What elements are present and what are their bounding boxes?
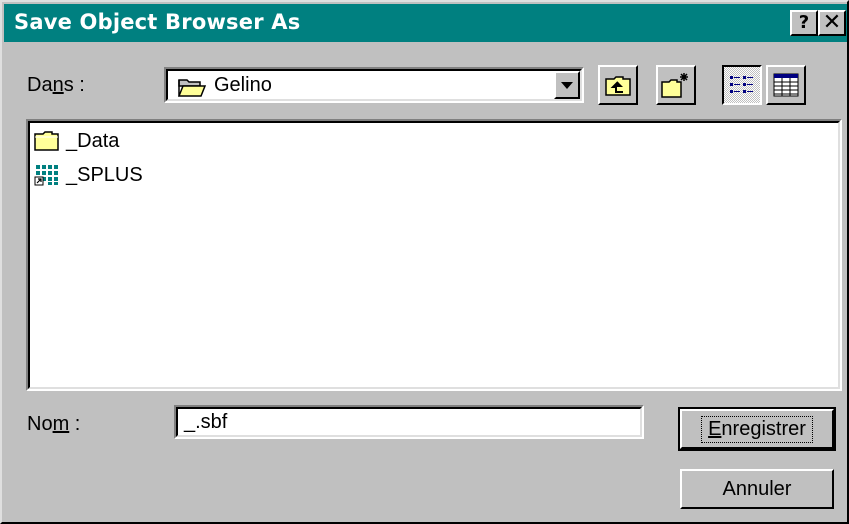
look-in-label: Dans : <box>27 74 85 96</box>
filename-value: _.sbf <box>184 411 228 433</box>
chevron-down-icon <box>561 81 573 89</box>
help-icon: ? <box>798 12 810 33</box>
selected-folder: Gelino <box>214 74 272 96</box>
filename-label: Nom : <box>27 413 81 435</box>
new-folder-button[interactable] <box>656 65 696 105</box>
file-name: _Data <box>66 129 120 152</box>
save-button[interactable]: Enregistrer <box>678 407 836 451</box>
list-item[interactable]: _Data <box>34 127 119 155</box>
dialog-title: Save Object Browser As <box>14 10 301 34</box>
up-one-level-button[interactable] <box>598 65 638 105</box>
cancel-button[interactable]: Annuler <box>680 469 834 509</box>
details-view-icon <box>773 73 799 97</box>
new-folder-icon <box>661 73 688 98</box>
look-in-dropdown[interactable]: Gelino <box>164 67 584 103</box>
close-icon: ✕ <box>822 10 842 35</box>
filename-input[interactable]: _.sbf <box>174 405 644 439</box>
save-dialog: Save Object Browser As ? ✕ Dans : Gelino <box>0 0 849 524</box>
close-button[interactable]: ✕ <box>818 10 846 36</box>
help-button[interactable]: ? <box>790 10 818 36</box>
splus-shortcut-icon <box>34 165 58 186</box>
folder-icon <box>34 131 59 151</box>
file-list[interactable]: _Data _SPLUS <box>26 119 842 391</box>
open-folder-icon <box>178 79 206 97</box>
up-one-level-icon <box>605 76 631 96</box>
details-view-button[interactable] <box>766 65 806 105</box>
title-bar[interactable]: Save Object Browser As ? ✕ <box>4 4 847 42</box>
file-name: _SPLUS <box>66 163 143 186</box>
dropdown-button[interactable] <box>554 71 580 99</box>
cancel-button-label: Annuler <box>722 477 792 500</box>
list-view-icon <box>730 76 753 93</box>
list-item[interactable]: _SPLUS <box>34 161 143 189</box>
save-button-label: Enregistrer <box>701 415 813 443</box>
list-view-button[interactable] <box>722 65 762 105</box>
